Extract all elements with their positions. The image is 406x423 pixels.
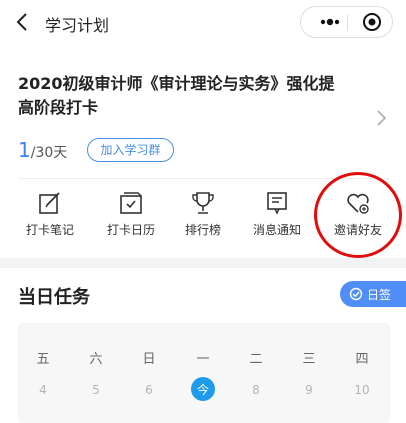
nav-bar: 学习计划	[0, 0, 406, 46]
weekday-label: 四	[355, 352, 369, 367]
date-cell[interactable]: 6	[134, 380, 164, 400]
week-calendar: 五 六 日 一 二 三 四 4 5 6 今 8 9 10	[18, 323, 390, 423]
date-cell[interactable]: 10	[347, 380, 377, 400]
join-group-button[interactable]: 加入学习群	[87, 138, 174, 162]
message-icon	[267, 192, 287, 215]
progress-counter: 1/30天	[18, 138, 67, 166]
close-target-icon[interactable]	[362, 12, 382, 32]
weekday-label: 六	[89, 352, 103, 367]
date-cell-today[interactable]: 今	[188, 380, 218, 400]
shortcut-ranking[interactable]: 排行榜	[163, 186, 243, 256]
capsule-divider	[347, 14, 348, 31]
shortcut-note[interactable]: 打卡笔记	[10, 186, 90, 256]
mini-program-capsule	[300, 6, 393, 38]
more-icon[interactable]	[313, 7, 347, 37]
weekday-label: 一	[196, 352, 210, 367]
date-cell[interactable]: 9	[294, 380, 324, 400]
section-title: 当日任务	[18, 287, 90, 308]
daily-tasks-section: 当日任务 日签 五 六 日 一 二 三 四 4 5 6 今 8 9 10	[0, 268, 406, 423]
shortcut-calendar[interactable]: 打卡日历	[91, 186, 171, 256]
note-edit-icon	[39, 192, 60, 214]
weekday-label: 三	[302, 352, 316, 367]
daily-sign-button[interactable]: 日签	[340, 281, 406, 307]
shortcut-messages[interactable]: 消息通知	[237, 186, 317, 256]
check-circle-icon	[349, 287, 363, 301]
shortcut-label: 消息通知	[252, 223, 301, 237]
trophy-icon	[192, 192, 214, 214]
weekday-label: 日	[142, 352, 156, 367]
date-cell[interactable]: 4	[28, 380, 58, 400]
plan-title[interactable]: 2020初级审计师《审计理论与实务》强化提高阶段打卡	[18, 72, 348, 120]
weekday-label: 二	[249, 352, 263, 367]
sign-label: 日签	[367, 288, 392, 302]
shortcut-label: 排行榜	[184, 223, 221, 237]
shortcut-label: 打卡日历	[106, 223, 155, 237]
weekday-label: 五	[36, 352, 50, 367]
progress-total: /30天	[30, 145, 68, 161]
date-cell[interactable]: 8	[241, 380, 271, 400]
back-arrow-icon[interactable]	[12, 10, 34, 34]
page-title: 学习计划	[45, 16, 110, 35]
highlight-circle	[314, 172, 402, 258]
progress-current: 1	[18, 138, 31, 162]
calendar-icon	[120, 192, 142, 214]
shortcut-label: 打卡笔记	[25, 223, 74, 237]
chevron-right-icon[interactable]	[374, 108, 390, 128]
date-cell[interactable]: 5	[81, 380, 111, 400]
